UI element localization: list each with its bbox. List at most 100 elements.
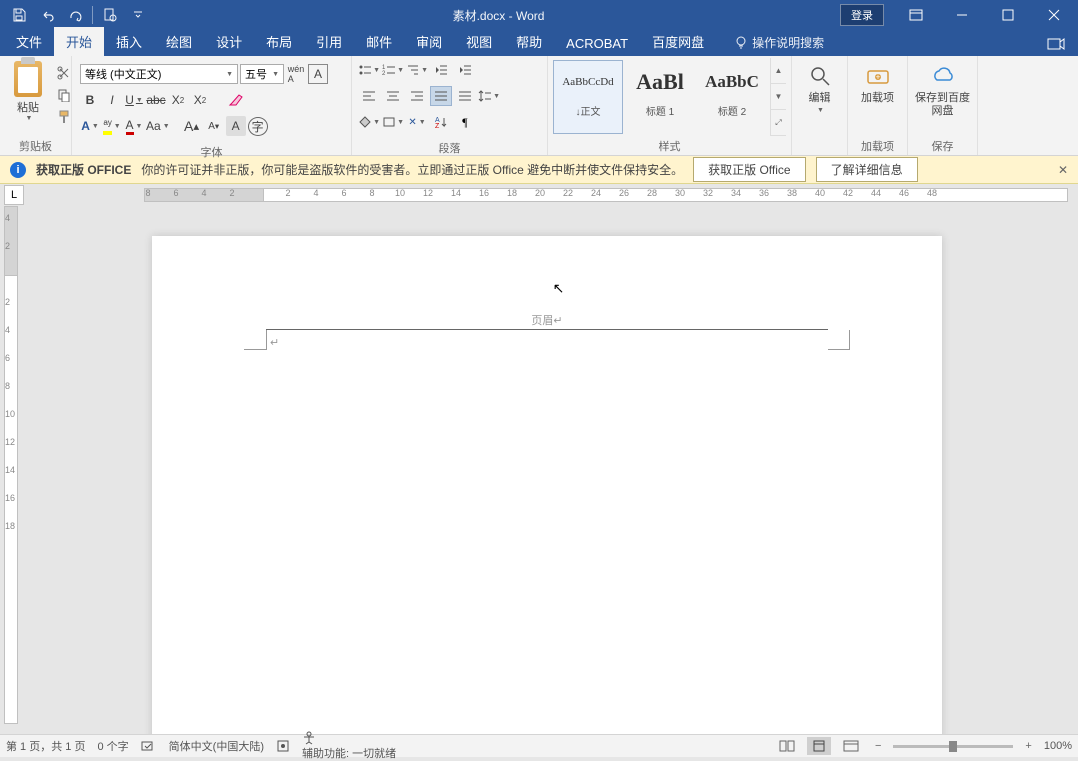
enclose-char-icon[interactable]: 字 xyxy=(248,116,268,136)
ruler-tick-label: 16 xyxy=(479,188,489,198)
font-color-icon[interactable]: A▼ xyxy=(124,116,144,136)
decrease-indent-icon[interactable] xyxy=(430,60,452,80)
style-heading2[interactable]: AaBbC 标题 2 xyxy=(697,60,767,134)
redo-icon[interactable] xyxy=(64,4,86,26)
login-button[interactable]: 登录 xyxy=(840,4,884,26)
styles-scroll-up-icon[interactable]: ▲ xyxy=(771,58,786,84)
align-left-icon[interactable] xyxy=(358,86,380,106)
undo-icon[interactable] xyxy=(36,4,58,26)
tab-draw[interactable]: 绘图 xyxy=(154,27,204,56)
strikethrough-button[interactable]: abc xyxy=(146,90,166,110)
superscript-button[interactable]: X2 xyxy=(190,90,210,110)
word-count[interactable]: 0 个字 xyxy=(97,738,128,754)
multilevel-list-icon[interactable]: ▼ xyxy=(406,60,428,80)
font-size-select[interactable]: 五号▼ xyxy=(240,64,284,84)
line-spacing-icon[interactable]: ▼ xyxy=(478,86,500,106)
vertical-ruler[interactable]: 4224681012141618 xyxy=(0,206,22,734)
maximize-button[interactable] xyxy=(986,0,1030,30)
vruler-tick-label: 16 xyxy=(5,493,15,503)
subscript-button[interactable]: X2 xyxy=(168,90,188,110)
save-icon[interactable] xyxy=(8,4,30,26)
show-marks-icon[interactable]: ¶ xyxy=(454,112,476,132)
zoom-out-button[interactable]: − xyxy=(871,740,885,752)
char-shading-icon[interactable]: A xyxy=(226,116,246,136)
print-preview-icon[interactable] xyxy=(99,4,121,26)
zoom-in-button[interactable]: + xyxy=(1021,740,1035,752)
tab-design[interactable]: 设计 xyxy=(204,27,254,56)
distribute-icon[interactable] xyxy=(454,86,476,106)
shrink-font-icon[interactable]: A▾ xyxy=(204,116,224,136)
tab-review[interactable]: 审阅 xyxy=(404,27,454,56)
bullets-icon[interactable]: ▼ xyxy=(358,60,380,80)
read-mode-icon[interactable] xyxy=(775,737,799,755)
highlight-icon[interactable]: ᵃʸ▼ xyxy=(102,116,122,136)
ruler-tick-label: 14 xyxy=(451,188,461,198)
document-scroll[interactable]: 页眉↵ ↖ ↵ xyxy=(22,206,1078,734)
tab-layout[interactable]: 布局 xyxy=(254,27,304,56)
tab-references[interactable]: 引用 xyxy=(304,27,354,56)
grow-font-icon[interactable]: A▴ xyxy=(182,116,202,136)
italic-button[interactable]: I xyxy=(102,90,122,110)
increase-indent-icon[interactable] xyxy=(454,60,476,80)
ruler-tick-label: 12 xyxy=(423,188,433,198)
web-layout-icon[interactable] xyxy=(839,737,863,755)
editing-button[interactable]: 编辑 ▼ xyxy=(796,58,843,114)
tab-view[interactable]: 视图 xyxy=(454,27,504,56)
close-warning-icon[interactable]: ✕ xyxy=(1058,163,1068,177)
addin-button[interactable]: + 加载项 xyxy=(854,58,902,105)
tab-acrobat[interactable]: ACROBAT xyxy=(554,31,640,56)
format-painter-icon[interactable] xyxy=(54,108,74,126)
align-right-icon[interactable] xyxy=(406,86,428,106)
tell-me-search[interactable]: 操作说明搜索 xyxy=(724,29,834,56)
styles-expand-icon[interactable]: ⤢ xyxy=(771,110,786,136)
page[interactable]: 页眉↵ ↖ ↵ xyxy=(152,236,942,734)
tab-home[interactable]: 开始 xyxy=(54,27,104,56)
font-family-select[interactable]: 等线 (中文正文)▼ xyxy=(80,64,238,84)
numbering-icon[interactable]: 12▼ xyxy=(382,60,404,80)
bold-button[interactable]: B xyxy=(80,90,100,110)
page-indicator[interactable]: 第 1 页，共 1 页 xyxy=(6,738,85,754)
close-button[interactable] xyxy=(1032,0,1076,30)
cut-icon[interactable] xyxy=(54,64,74,82)
change-case-icon[interactable]: Aa▼ xyxy=(146,116,170,136)
char-border-icon[interactable]: A xyxy=(308,64,328,84)
borders-icon[interactable]: ▼ xyxy=(382,112,404,132)
zoom-level[interactable]: 100% xyxy=(1044,740,1072,752)
clear-formatting-icon[interactable] xyxy=(226,90,246,110)
print-layout-icon[interactable] xyxy=(807,737,831,755)
share-icon[interactable] xyxy=(1038,36,1074,56)
styles-scroll-down-icon[interactable]: ▼ xyxy=(771,84,786,110)
style-heading1[interactable]: AaBl 标题 1 xyxy=(625,60,695,134)
underline-button[interactable]: U▼ xyxy=(124,90,144,110)
paste-button[interactable]: 粘贴 ▼ xyxy=(8,60,48,122)
text-effects-icon[interactable]: A▼ xyxy=(80,116,100,136)
tab-mailings[interactable]: 邮件 xyxy=(354,27,404,56)
tab-selector[interactable]: L xyxy=(4,185,24,205)
minimize-button[interactable] xyxy=(940,0,984,30)
get-genuine-button[interactable]: 获取正版 Office xyxy=(693,157,805,182)
save-baidu-button[interactable]: 保存到百度网盘 xyxy=(913,58,973,118)
zoom-slider[interactable] xyxy=(893,745,1013,748)
qat-customize-icon[interactable] xyxy=(127,4,149,26)
tab-file[interactable]: 文件 xyxy=(4,27,54,56)
spell-check-icon[interactable] xyxy=(141,739,157,753)
horizontal-ruler[interactable]: 8642246810121416182022242628303234363840… xyxy=(144,184,1078,206)
macro-icon[interactable] xyxy=(276,739,290,753)
svg-text:2: 2 xyxy=(382,71,386,76)
tab-help[interactable]: 帮助 xyxy=(504,27,554,56)
page-header-zone[interactable]: 页眉↵ ↖ xyxy=(266,292,828,330)
copy-icon[interactable] xyxy=(54,86,74,104)
ribbon-display-options-icon[interactable] xyxy=(894,0,938,30)
asian-layout-icon[interactable]: ✕▼ xyxy=(406,112,428,132)
style-normal[interactable]: AaBbCcDd ↓正文 xyxy=(553,60,623,134)
tab-insert[interactable]: 插入 xyxy=(104,27,154,56)
phonetic-guide-icon[interactable]: wénA xyxy=(286,64,306,84)
tab-baidu[interactable]: 百度网盘 xyxy=(640,27,716,56)
align-center-icon[interactable] xyxy=(382,86,404,106)
sort-icon[interactable]: AZ xyxy=(430,112,452,132)
language-indicator[interactable]: 简体中文(中国大陆) xyxy=(169,738,264,754)
shading-icon[interactable]: ▼ xyxy=(358,112,380,132)
vruler-tick-label: 14 xyxy=(5,465,15,475)
learn-more-button[interactable]: 了解详细信息 xyxy=(816,157,918,182)
align-justify-icon[interactable] xyxy=(430,86,452,106)
